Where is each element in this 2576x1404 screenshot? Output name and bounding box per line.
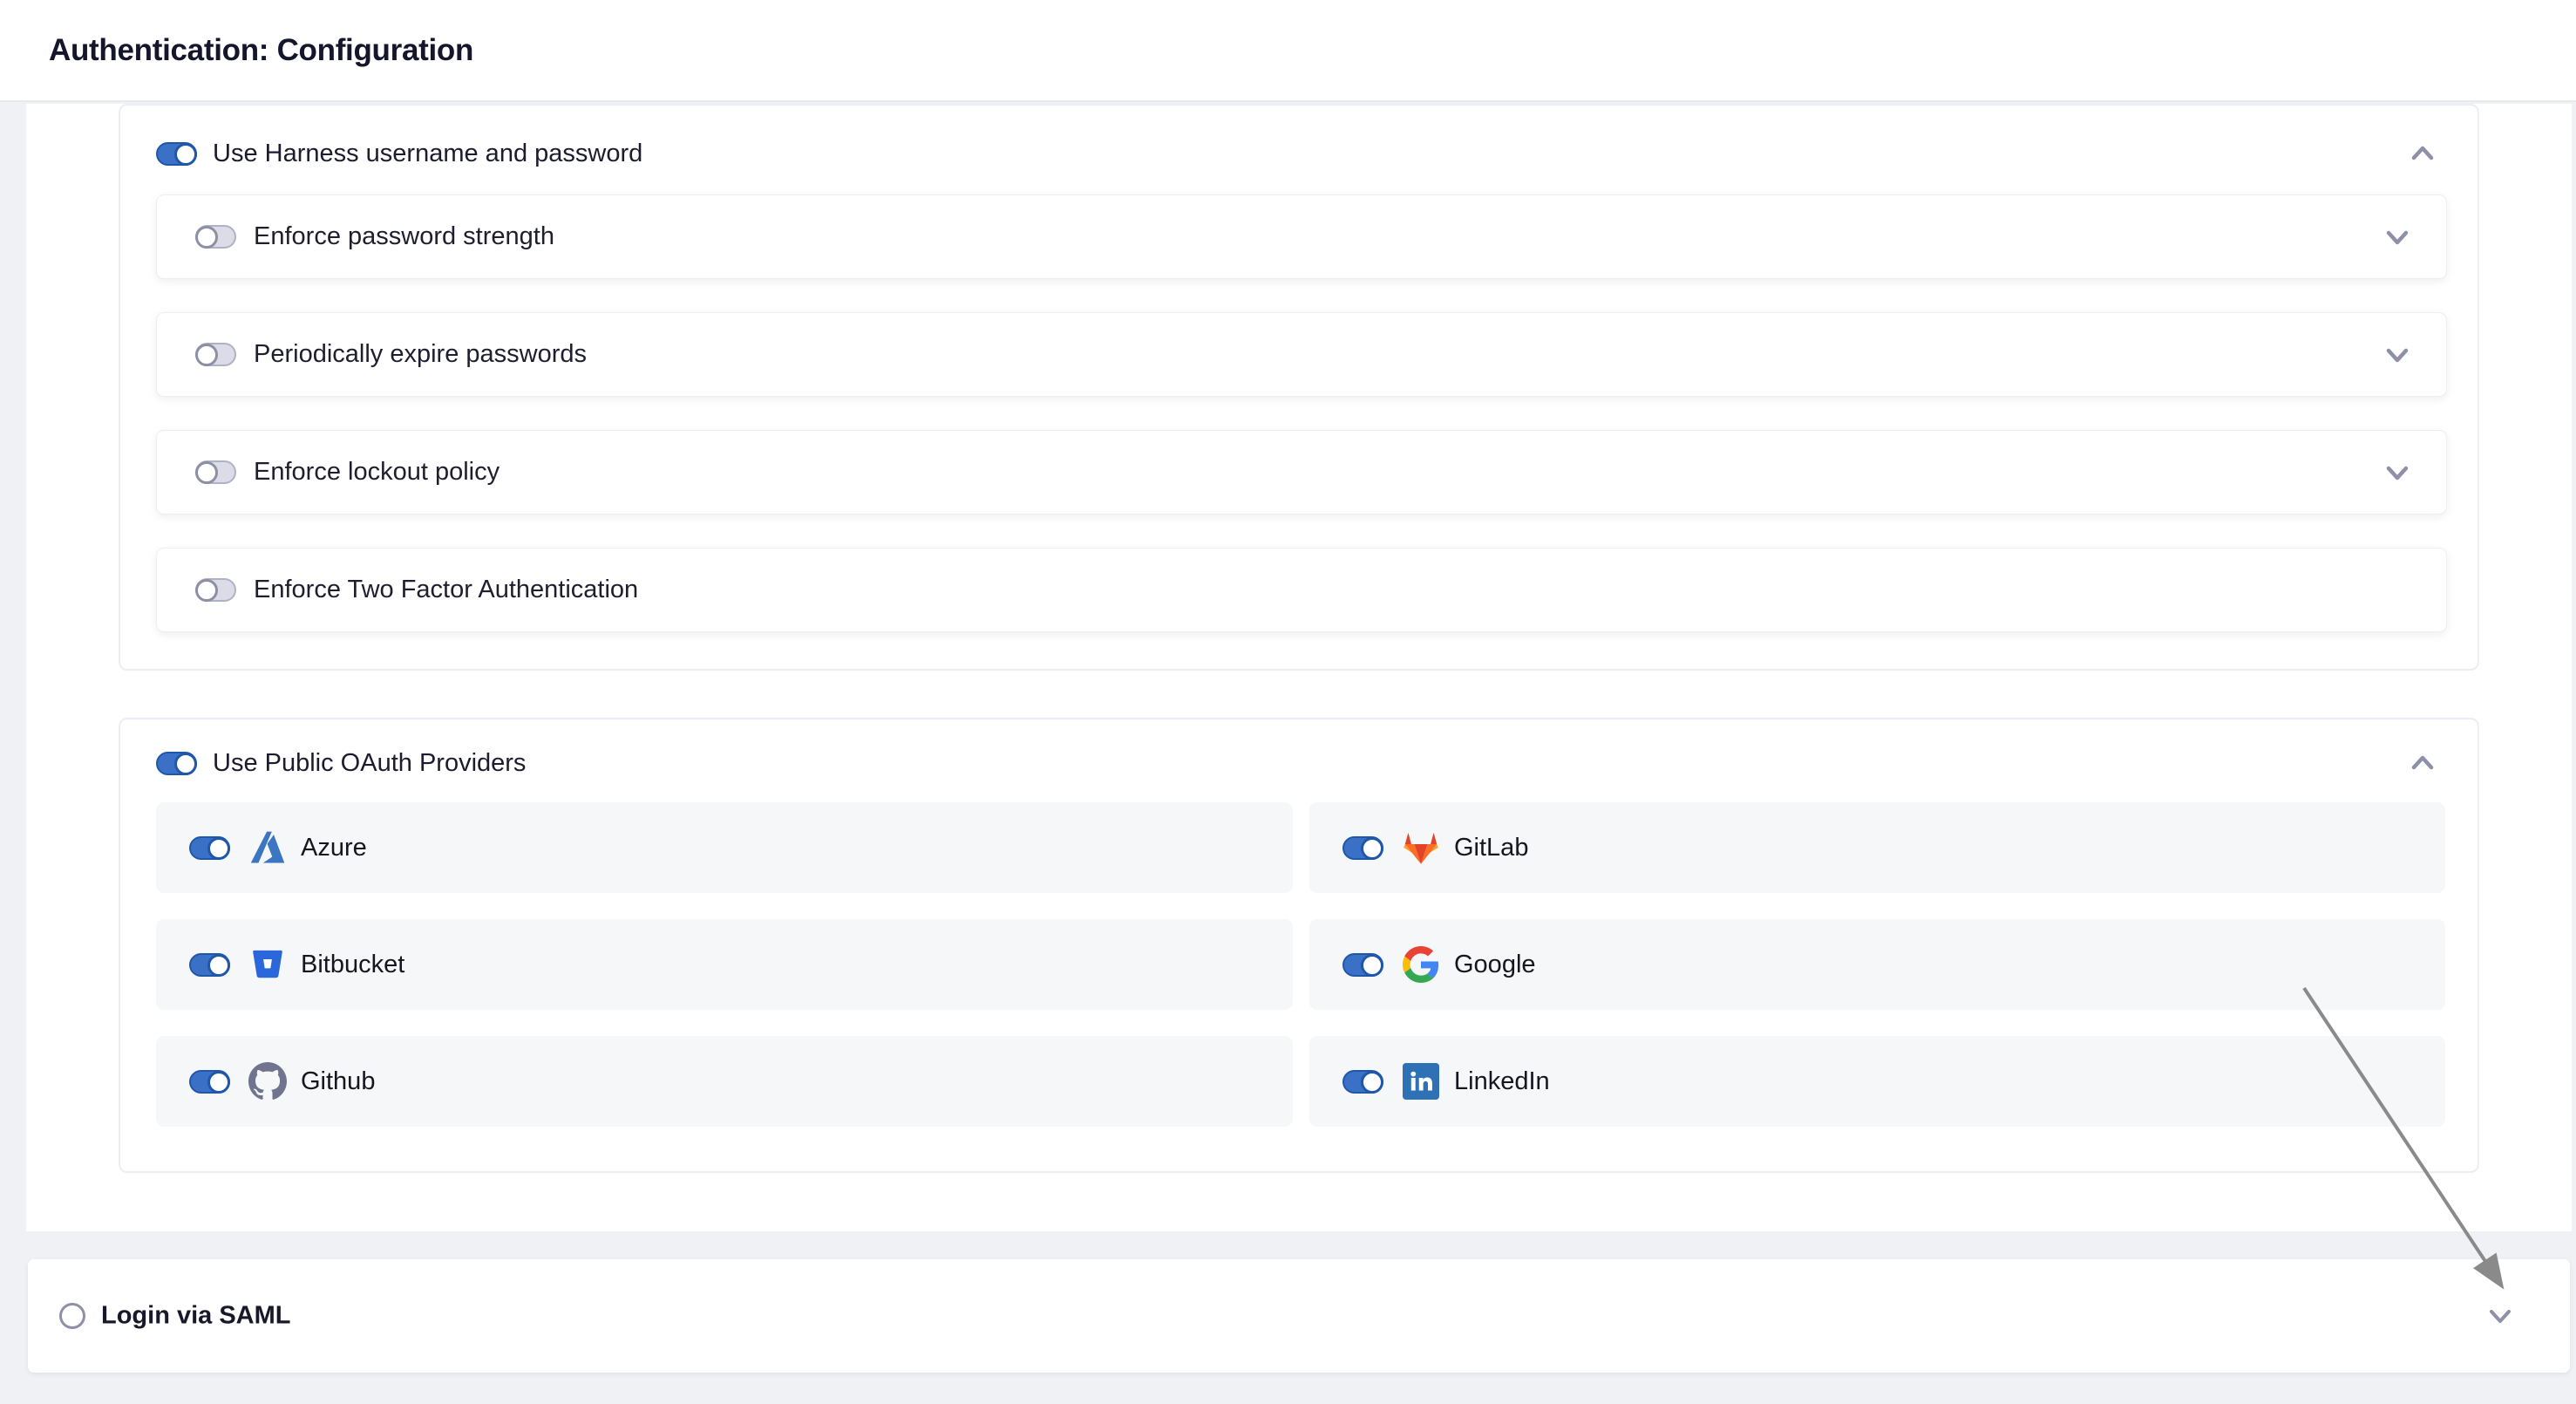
google-icon — [1402, 945, 1440, 984]
provider-label: Github — [301, 1067, 375, 1096]
harness-login-header: Use Harness username and password — [156, 127, 2442, 180]
toggle-knob — [207, 1071, 230, 1094]
gitlab-toggle[interactable] — [1342, 836, 1383, 860]
toggle-knob — [174, 143, 197, 166]
provider-label: LinkedIn — [1454, 1067, 1550, 1096]
github-icon — [248, 1062, 287, 1101]
github-toggle[interactable] — [189, 1070, 230, 1094]
lockout-policy-label: Enforce lockout policy — [254, 458, 500, 487]
page-title: Authentication: Configuration — [49, 33, 473, 68]
password-expiry-label: Periodically expire passwords — [254, 340, 587, 369]
oauth-provider-linkedin: LinkedIn — [1309, 1036, 2445, 1127]
toggle-knob — [207, 954, 230, 977]
page-header: Authentication: Configuration — [0, 0, 2576, 102]
azure-toggle[interactable] — [189, 836, 230, 860]
password-strength-toggle[interactable] — [195, 225, 236, 249]
toggle-knob — [195, 344, 218, 366]
oauth-provider-bitbucket: Bitbucket — [156, 919, 1293, 1010]
linkedin-toggle[interactable] — [1342, 1070, 1383, 1094]
harness-login-card: Use Harness username and password Enforc… — [119, 104, 2479, 671]
toggle-knob — [195, 461, 218, 484]
toggle-knob — [195, 226, 218, 249]
toggle-knob — [207, 837, 230, 860]
oauth-providers-card: Use Public OAuth Providers Azure — [119, 718, 2479, 1173]
bitbucket-icon — [248, 945, 287, 984]
oauth-header: Use Public OAuth Providers — [156, 737, 2442, 789]
oauth-provider-gitlab: GitLab — [1309, 802, 2445, 893]
authentication-configuration-page: Authentication: Configuration Use Harnes… — [0, 0, 2576, 1404]
bitbucket-toggle[interactable] — [189, 953, 230, 977]
oauth-label: Use Public OAuth Providers — [213, 749, 526, 778]
google-toggle[interactable] — [1342, 953, 1383, 977]
provider-label: Google — [1454, 951, 1536, 979]
toggle-knob — [1361, 837, 1383, 860]
password-strength-label: Enforce password strength — [254, 222, 554, 251]
azure-icon — [248, 828, 287, 867]
harness-login-toggle[interactable] — [156, 142, 197, 166]
provider-label: GitLab — [1454, 834, 1528, 862]
chevron-down-icon[interactable] — [2378, 453, 2416, 492]
oauth-provider-grid: Azure GitLab — [156, 802, 2445, 1127]
linkedin-icon — [1402, 1062, 1440, 1101]
chevron-down-icon[interactable] — [2481, 1297, 2519, 1335]
gitlab-icon — [1402, 828, 1440, 867]
saml-login-row[interactable]: Login via SAML — [28, 1259, 2570, 1373]
oauth-provider-google: Google — [1309, 919, 2445, 1010]
chevron-down-icon[interactable] — [2378, 336, 2416, 374]
oauth-toggle[interactable] — [156, 752, 197, 775]
lockout-policy-row: Enforce lockout policy — [156, 430, 2447, 515]
toggle-knob — [195, 579, 218, 602]
password-expiry-row: Periodically expire passwords — [156, 312, 2447, 397]
oauth-provider-azure: Azure — [156, 802, 1293, 893]
toggle-knob — [1361, 1071, 1383, 1094]
password-expiry-toggle[interactable] — [195, 343, 236, 366]
chevron-down-icon[interactable] — [2378, 218, 2416, 256]
oauth-provider-github: Github — [156, 1036, 1293, 1127]
chevron-up-icon[interactable] — [2403, 134, 2442, 173]
password-strength-row: Enforce password strength — [156, 194, 2447, 279]
two-factor-toggle[interactable] — [195, 578, 236, 602]
provider-label: Azure — [301, 834, 367, 862]
saml-label: Login via SAML — [101, 1302, 291, 1331]
toggle-knob — [1361, 954, 1383, 977]
chevron-up-icon[interactable] — [2403, 744, 2442, 782]
two-factor-label: Enforce Two Factor Authentication — [254, 576, 638, 604]
toggle-knob — [174, 753, 197, 775]
harness-login-label: Use Harness username and password — [213, 140, 642, 168]
saml-radio[interactable] — [59, 1303, 85, 1329]
lockout-policy-toggle[interactable] — [195, 460, 236, 484]
two-factor-row: Enforce Two Factor Authentication — [156, 548, 2447, 632]
provider-label: Bitbucket — [301, 951, 404, 979]
